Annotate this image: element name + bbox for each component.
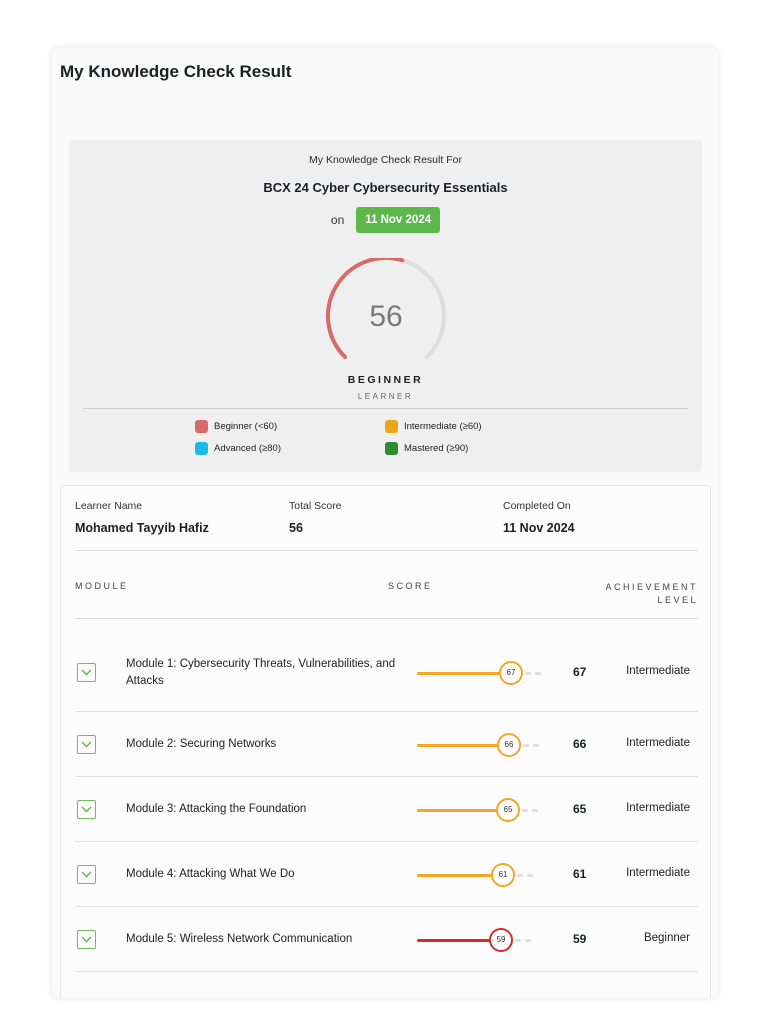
module-name: Module 2: Securing Networks (126, 738, 277, 750)
module-row[interactable]: Module 2: Securing Networks 66 66 Intermedi… (75, 712, 698, 777)
score-bar-track (533, 743, 539, 747)
score-bar-track (527, 873, 533, 877)
score-bar-fill (417, 873, 495, 877)
legend-swatch (195, 420, 208, 433)
expand-chevron-icon[interactable] (77, 799, 96, 819)
legend-item-beginner: Beginner (<60) (195, 420, 277, 433)
completed-on-label: Completed On (503, 500, 571, 512)
module-name: Module 5: Wireless Network Communication (126, 933, 353, 945)
column-header-score: SCORE (388, 581, 433, 591)
total-score: 56 (289, 521, 303, 535)
module-name: Module 3: Attacking the Foundation (126, 803, 307, 815)
column-header-module: MODULE (75, 581, 129, 591)
expand-chevron-icon[interactable] (77, 864, 96, 884)
score-bar-track (523, 743, 529, 747)
score-bar-fill (417, 938, 493, 942)
achievement-level: Intermediate (626, 736, 690, 749)
module-row[interactable]: Module 4: Attacking What We Do 61 61 Interm… (75, 842, 698, 907)
score-bar-track (525, 671, 531, 675)
on-label: on (330, 213, 345, 227)
achievement-level: Intermediate (626, 664, 690, 677)
module-score: 66 (573, 736, 587, 751)
date-row: on 11 Nov 2024 (69, 207, 702, 233)
module-row[interactable]: Module 5: Wireless Network Communication… (75, 907, 698, 972)
module-row[interactable]: Module 1: Cybersecurity Threats, Vulnera… (75, 633, 698, 712)
module-score: 61 (573, 866, 587, 881)
course-name: BCX 24 Cyber Cybersecurity Essentials (263, 180, 508, 195)
expand-chevron-icon[interactable] (77, 929, 96, 949)
score-bar-fill (417, 743, 501, 747)
level-subtitle: LEARNER (357, 392, 414, 401)
divider (83, 408, 688, 409)
expand-chevron-icon[interactable] (77, 734, 96, 754)
score-bar-track (535, 671, 541, 675)
score-bar-fill (417, 671, 503, 675)
score-bar-track (515, 938, 521, 942)
divider (75, 618, 698, 619)
divider (75, 550, 698, 551)
score-marker: 66 (497, 732, 521, 757)
module-name: Module 1: Cybersecurity Threats, Vulnera… (126, 657, 396, 687)
achievement-level: Intermediate (626, 866, 690, 879)
score-bar-track (525, 938, 531, 942)
learner-name-label: Learner Name (75, 500, 143, 512)
legend-label: Intermediate (≥60) (404, 421, 482, 432)
gauge-score-value: 56 (369, 300, 403, 333)
achievement-level: Intermediate (626, 801, 690, 814)
level-title: BEGINNER (347, 374, 424, 386)
page-title: My Knowledge Check Result (60, 62, 292, 81)
module-score: 67 (573, 664, 587, 679)
result-details: Learner Name Mohamed Tayyib Hafiz Total … (60, 485, 711, 998)
score-bar-track (532, 808, 538, 812)
learner-name: Mohamed Tayyib Hafiz (75, 521, 209, 535)
row-divider (75, 971, 698, 972)
result-for-label: My Knowledge Check Result For (309, 154, 462, 166)
column-header-achievement: ACHIEVEMENT LEVEL (605, 582, 698, 605)
module-score: 59 (573, 931, 587, 946)
legend-item-mastered: Mastered (≥90) (385, 442, 468, 455)
legend-swatch (195, 442, 208, 455)
module-row[interactable]: Module 3: Attacking the Foundation 65 65 In… (75, 777, 698, 842)
score-bar-track (522, 808, 528, 812)
level-legend: Beginner (<60) Intermediate (≥60) Advanc… (195, 420, 555, 460)
total-score-label: Total Score (289, 500, 342, 512)
legend-item-intermediate: Intermediate (≥60) (385, 420, 482, 433)
legend-item-advanced: Advanced (≥80) (195, 442, 281, 455)
score-marker: 61 (491, 862, 515, 887)
score-bar-track (517, 873, 523, 877)
expand-chevron-icon[interactable] (77, 662, 96, 682)
date-badge: 11 Nov 2024 (356, 207, 441, 233)
score-marker: 65 (496, 797, 520, 822)
completed-on: 11 Nov 2024 (503, 521, 575, 535)
legend-label: Mastered (≥90) (404, 443, 469, 454)
score-marker: 67 (499, 660, 523, 685)
module-score: 65 (573, 801, 587, 816)
legend-swatch (385, 442, 398, 455)
result-summary: My Knowledge Check Result For BCX 24 Cyb… (69, 140, 702, 472)
legend-label: Beginner (<60) (214, 421, 278, 432)
legend-label: Advanced (≥80) (214, 443, 282, 454)
achievement-level: Beginner (643, 931, 690, 944)
score-bar-fill (417, 808, 500, 812)
score-marker: 59 (489, 927, 513, 952)
legend-swatch (385, 420, 398, 433)
module-name: Module 4: Attacking What We Do (126, 868, 295, 880)
result-card: My Knowledge Check Result My Knowledge C… (52, 48, 718, 998)
